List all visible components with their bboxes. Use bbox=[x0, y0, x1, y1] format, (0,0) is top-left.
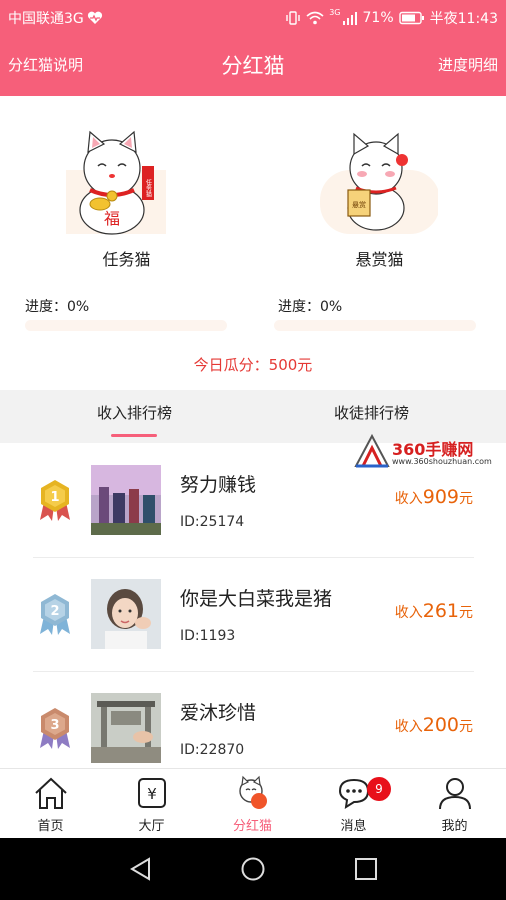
income-unit: 元 bbox=[459, 719, 473, 735]
income-value: 200 bbox=[422, 714, 459, 736]
system-nav-bar bbox=[0, 838, 506, 900]
nav-dividend-cat[interactable]: 分红猫 bbox=[202, 769, 303, 839]
carrier-label: 中国联通3G bbox=[8, 11, 84, 27]
tab-income-ranking[interactable]: 收入排行榜 bbox=[8, 390, 261, 443]
income-prefix: 收入 bbox=[394, 491, 423, 507]
income-unit: 元 bbox=[459, 605, 473, 621]
gold-medal-icon: 1 bbox=[40, 480, 70, 521]
clock: 半夜11:43 bbox=[429, 11, 498, 27]
signal-icon bbox=[342, 12, 357, 25]
user-id: ID:25174 bbox=[180, 514, 245, 530]
bronze-medal-icon: 3 bbox=[40, 708, 70, 749]
page-title: 分红猫 bbox=[221, 54, 285, 78]
back-icon[interactable] bbox=[128, 856, 154, 882]
income-prefix: 收入 bbox=[394, 719, 423, 735]
task-cat-card[interactable]: 福 任务猫 任务猫 bbox=[0, 120, 253, 280]
user-income: 收入261元 bbox=[395, 600, 473, 622]
progress-value: 0% bbox=[320, 299, 343, 315]
reward-cat-progress-label: 进度：0% bbox=[278, 296, 342, 316]
user-id: ID:22870 bbox=[180, 742, 245, 758]
rank-number: 3 bbox=[50, 718, 59, 733]
reward-cat-card[interactable]: 悬赏 悬赏猫 bbox=[253, 120, 506, 280]
user-id: ID:1193 bbox=[180, 628, 236, 644]
wifi-icon bbox=[306, 11, 324, 25]
ranking-row[interactable]: 2 你是大白菜我是猪 ID:1193 收入261元 bbox=[0, 558, 506, 672]
nav-label: 消息 bbox=[340, 819, 367, 834]
carrier-info: 中国联通3G bbox=[8, 8, 103, 28]
reward-cat-name: 悬赏猫 bbox=[355, 250, 404, 269]
active-tab-indicator bbox=[111, 434, 157, 437]
user-name: 你是大白菜我是猪 bbox=[180, 588, 333, 610]
nav-label: 大厅 bbox=[138, 819, 165, 834]
silver-medal-icon: 2 bbox=[40, 594, 70, 635]
task-cat-progress-label: 进度：0% bbox=[25, 296, 89, 316]
reward-cat-progress-bar bbox=[274, 320, 476, 331]
message-icon bbox=[338, 778, 370, 809]
reward-cat-icon: 悬赏 bbox=[320, 132, 438, 234]
home-icon bbox=[35, 777, 67, 809]
user-income: 收入909元 bbox=[395, 486, 473, 508]
task-cat-tag-text: 任务猫 bbox=[145, 178, 152, 198]
tab-label: 收徒排行榜 bbox=[333, 404, 409, 422]
battery-icon bbox=[398, 11, 424, 25]
nav-label: 首页 bbox=[37, 819, 64, 834]
user-name: 爱沐珍惜 bbox=[180, 702, 257, 724]
avatar bbox=[91, 693, 161, 763]
progress-value: 0% bbox=[67, 299, 90, 315]
progress-detail-link[interactable]: 进度明细 bbox=[438, 54, 498, 75]
belly-fortune-text: 福 bbox=[104, 209, 120, 228]
task-cat-name: 任务猫 bbox=[102, 250, 151, 269]
recent-apps-icon[interactable] bbox=[353, 856, 379, 882]
tab-label: 收入排行榜 bbox=[96, 404, 172, 422]
progress-prefix: 进度： bbox=[25, 299, 67, 315]
income-value: 261 bbox=[422, 600, 459, 622]
nav-label: 分红猫 bbox=[232, 819, 272, 834]
user-name: 努力赚钱 bbox=[180, 474, 257, 496]
rank-number: 1 bbox=[50, 490, 59, 505]
income-unit: 元 bbox=[459, 491, 473, 507]
top-bar: 中国联通3G 3G 71% 半夜11:43 分红猫说明 分红猫 进度明细 bbox=[0, 0, 506, 96]
nav-label: 我的 bbox=[441, 819, 468, 834]
task-cat-icon: 福 任务猫 bbox=[66, 130, 166, 235]
cat-icon bbox=[239, 775, 267, 809]
progress-prefix: 进度： bbox=[278, 299, 320, 315]
reward-cat-tag-text: 悬赏 bbox=[352, 200, 366, 209]
yuan-icon: ¥ bbox=[138, 778, 166, 808]
app-header: 分红猫说明 分红猫 进度明细 bbox=[0, 34, 506, 96]
nav-hall[interactable]: ¥ 大厅 bbox=[101, 769, 202, 839]
network-type: 3G bbox=[329, 8, 341, 17]
task-cat-progress-bar bbox=[25, 320, 227, 331]
status-bar: 中国联通3G 3G 71% 半夜11:43 bbox=[0, 0, 506, 34]
home-circle-icon[interactable] bbox=[240, 856, 266, 882]
ranking-row[interactable]: 1 努力赚钱 ID:25174 收入909元 bbox=[0, 444, 506, 558]
income-prefix: 收入 bbox=[394, 605, 423, 621]
rank-number: 2 bbox=[50, 604, 59, 619]
unread-badge: 9 bbox=[367, 777, 391, 801]
income-value: 909 bbox=[422, 486, 459, 508]
health-heart-icon bbox=[87, 11, 102, 24]
nav-profile[interactable]: 我的 bbox=[404, 769, 505, 839]
nav-home[interactable]: 首页 bbox=[0, 769, 101, 839]
avatar bbox=[91, 579, 161, 649]
avatar bbox=[91, 465, 161, 535]
user-income: 收入200元 bbox=[395, 714, 473, 736]
nav-messages[interactable]: 9 消息 bbox=[303, 769, 404, 839]
svg-text:¥: ¥ bbox=[147, 785, 157, 803]
today-dividend: 今日瓜分：500元 bbox=[193, 356, 313, 374]
bottom-nav: 首页 ¥ 大厅 分红猫 9 消息 我的 bbox=[0, 768, 506, 838]
vibrate-icon bbox=[286, 11, 300, 25]
battery-percent: 71% bbox=[362, 10, 394, 26]
user-icon bbox=[439, 778, 471, 810]
status-right: 3G 71% 半夜11:43 bbox=[285, 8, 498, 28]
